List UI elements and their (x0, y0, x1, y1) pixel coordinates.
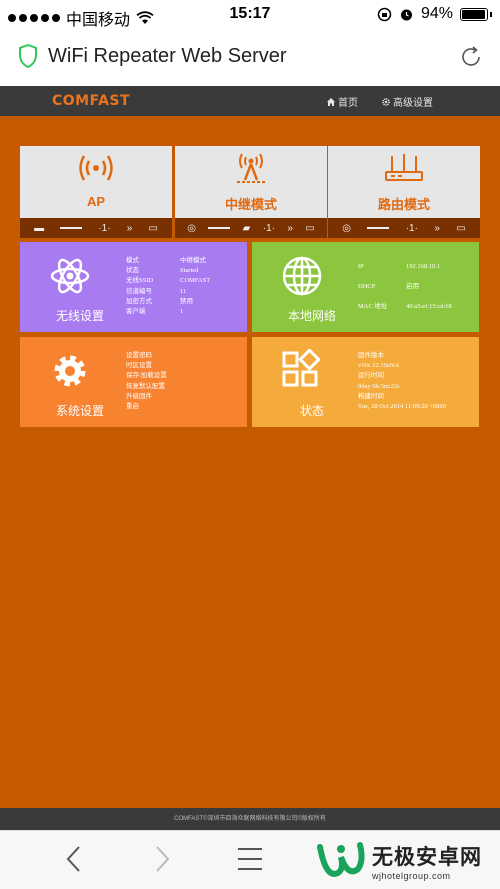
status-line: 构建时间 (358, 392, 384, 400)
repeater-tower-icon (237, 153, 265, 183)
info-row: 无线SSID COMFAST (126, 277, 211, 285)
info-row: 状态 Started (126, 267, 199, 275)
info-row: 模式 中继模式 (126, 257, 206, 264)
info-row: 加密方式 禁用 (126, 297, 193, 305)
mode-label-repeater: 中继模式 (224, 197, 277, 212)
mode-card-ap[interactable]: AP ▬ ·1· » ▭ (20, 146, 172, 238)
browser-address-bar[interactable]: WiFi Repeater Web Server (0, 30, 500, 86)
info-row: DHCP 启用 (358, 283, 419, 291)
gear-icon (54, 355, 86, 387)
wireless-signal-icon (79, 155, 113, 181)
info-row: 客户端 1 (126, 308, 184, 316)
tile-title-wireless: 无线设置 (55, 309, 104, 323)
system-link-upgrade[interactable]: 升级固件 (126, 392, 167, 402)
status-line: 运行时间 (358, 372, 384, 380)
info-row: IP 192.168.10.1 (358, 263, 441, 270)
rotation-lock-icon (377, 7, 392, 21)
system-link-timezone[interactable]: 时区设置 (126, 361, 167, 371)
info-row: 信道编号 11 (126, 287, 187, 295)
mode-strip-router: ◎ ·1· » ▭ (328, 218, 480, 238)
alarm-icon (400, 9, 412, 20)
tile-title-lan: 本地网络 (287, 309, 336, 323)
secure-shield-icon (19, 44, 37, 68)
nav-advanced-link[interactable]: 高级设置 (382, 94, 433, 109)
tile-wireless-settings[interactable]: 无线设置 模式 中继模式 状态 Started 无线SSID COMFAST 信道编号… (20, 242, 247, 332)
signal-icon: » (287, 222, 293, 234)
watermark-url: wjhotelgroup.com (372, 871, 451, 881)
gear-icon (382, 97, 390, 106)
status-line: v16c.12.10aNA (358, 362, 400, 370)
link-icon: ·1· (405, 222, 418, 234)
computer-icon: ▭ (148, 222, 158, 234)
tile-status[interactable]: 状态 固件版本 v16c.12.10aNA 运行时间 0day 0h:3m:22… (252, 337, 479, 427)
menu-icon[interactable] (236, 845, 264, 873)
router-small-icon: ▰ (242, 222, 251, 234)
router-top-nav: COMFAST 首页 高级设置 (0, 86, 500, 116)
globe-icon (282, 256, 322, 296)
nav-home-link[interactable]: 首页 (327, 94, 358, 109)
comfast-logo: COMFAST (52, 93, 131, 109)
link-icon: ·1· (262, 222, 275, 234)
reload-icon[interactable] (458, 44, 484, 70)
mode-card-repeater[interactable]: 中继模式 ◎ ▰ ·1· » ▭ (175, 146, 327, 238)
system-link-save-load[interactable]: 保存/加载设置 (126, 371, 167, 381)
nav-advanced-label: 高级设置 (393, 98, 433, 109)
system-link-password[interactable]: 设置密码 (126, 351, 167, 361)
ios-status-bar: 中国移动 15:17 94% (0, 0, 500, 30)
system-menu: 设置密码 时区设置 保存/加载设置 恢复默认配置 升级固件 重启 (126, 351, 167, 412)
link-icon: ·1· (98, 222, 111, 234)
status-info: 固件版本 v16c.12.10aNA 运行时间 0day 0h:3m:22s 构… (358, 351, 446, 412)
mode-label-router: 路由模式 (377, 197, 430, 212)
status-grid-icon (282, 349, 320, 387)
mode-label-ap: AP (86, 194, 106, 209)
signal-icon: » (434, 222, 440, 234)
computer-icon: ▭ (456, 222, 466, 234)
tile-local-network[interactable]: 本地网络 IP 192.168.10.1 DHCP 启用 MAC 地址 40:a5:e… (252, 242, 479, 332)
system-link-restore[interactable]: 恢复默认配置 (126, 382, 167, 392)
forward-icon[interactable] (152, 845, 172, 873)
status-line: 0day 0h:3m:22s (358, 382, 400, 390)
info-row: MAC 地址 40:a5:ef:15:cd:68 (358, 303, 452, 311)
system-link-reboot[interactable]: 重启 (126, 402, 167, 412)
battery-icon (460, 7, 488, 21)
lan-info: IP 192.168.10.1 DHCP 启用 MAC 地址 40:a5:ef:15:… (358, 262, 452, 323)
page-title: WiFi Repeater Web Server (48, 45, 287, 67)
tile-system-settings[interactable]: 系统设置 设置密码 时区设置 保存/加载设置 恢复默认配置 升级固件 重启 (20, 337, 247, 427)
tile-title-system: 系统设置 (55, 404, 104, 418)
page-footer: COMFAST©深圳市四海众联网络科技有限公司©版权所有 (0, 808, 500, 830)
watermark: 无极安卓网 wjhotelgroup.com (316, 839, 482, 883)
globe-icon: ◎ (342, 222, 351, 234)
status-line: 固件版本 (358, 352, 384, 359)
mode-strip-ap: ▬ ·1· » ▭ (20, 218, 172, 238)
status-right: 94% (377, 5, 492, 23)
watermark-logo-icon (317, 842, 365, 877)
cable-icon: ▬ (34, 222, 45, 234)
home-icon (327, 97, 335, 106)
signal-icon: » (126, 222, 133, 234)
atom-icon (50, 258, 90, 294)
watermark-name: 无极安卓网 (372, 846, 482, 869)
nav-home-label: 首页 (338, 98, 358, 109)
main-content: AP ▬ ·1· » ▭ 中继模式 ◎ ▰ ·1· » ▭ 路由模式 ◎ ·1·… (0, 116, 500, 808)
mode-strip-repeater: ◎ ▰ ·1· » ▭ (175, 218, 327, 238)
back-icon[interactable] (64, 845, 84, 873)
wireless-info: 模式 中继模式 状态 Started 无线SSID COMFAST 信道编号 11 加密… (126, 256, 210, 317)
mode-card-router[interactable]: 路由模式 ◎ ·1· » ▭ (328, 146, 480, 238)
status-line: Tue, 28 Oct 2014 11:09:20 +0800 (358, 403, 447, 411)
globe-icon: ◎ (187, 222, 196, 234)
router-icon (385, 154, 423, 181)
tile-title-status: 状态 (299, 404, 324, 418)
computer-icon: ▭ (305, 222, 315, 234)
browser-toolbar: 无极安卓网 wjhotelgroup.com (0, 830, 500, 889)
battery-percent: 94% (420, 5, 453, 22)
